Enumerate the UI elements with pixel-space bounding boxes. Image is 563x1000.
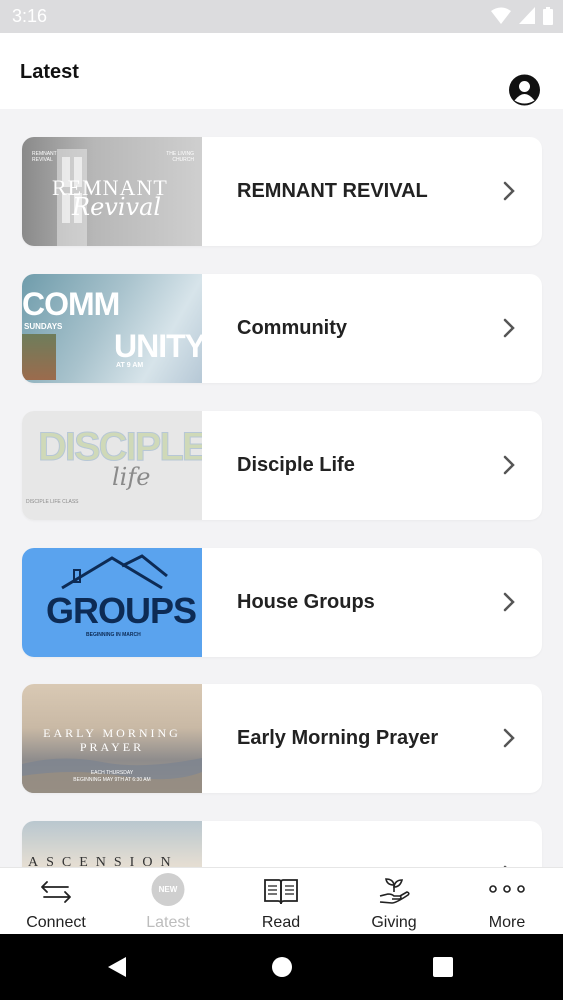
list-item-community[interactable]: COMM SUNDAYS UNITY AT 9 AM Community bbox=[22, 274, 542, 383]
thumb-subtitle: life bbox=[112, 463, 151, 491]
thumb-photo bbox=[22, 334, 56, 380]
tab-label: Latest bbox=[146, 914, 190, 931]
tab-more[interactable]: More bbox=[451, 868, 563, 935]
back-icon[interactable] bbox=[106, 955, 128, 979]
thumb-subtitle: EACH THURSDAY bbox=[90, 770, 134, 776]
thumb-line1: COMM bbox=[22, 286, 120, 322]
thumbnail-early-morning-prayer: EARLY MORNING PRAYER EACH THURSDAY BEGIN… bbox=[22, 684, 202, 793]
thumb-corner-right: THE LIVING CHURCH bbox=[166, 151, 194, 163]
content-list: REMNANT REVIVAL THE LIVING CHURCH REMNAN… bbox=[0, 109, 563, 867]
item-label: Community bbox=[237, 317, 347, 339]
thumb-corner-left: REMNANT REVIVAL bbox=[32, 151, 57, 163]
thumbnail-house-groups: GROUPS BEGINNING IN MARCH bbox=[22, 548, 202, 657]
book-icon bbox=[264, 879, 298, 905]
new-badge-icon: NEW bbox=[151, 873, 185, 906]
more-dots-icon bbox=[489, 885, 525, 893]
tab-label: More bbox=[488, 914, 526, 931]
thumb-subtitle2: BEGINNING MAY 9TH AT 6:30 AM bbox=[73, 777, 151, 783]
thumbnail-ascension: ASCENSION bbox=[22, 821, 202, 867]
thumbnail-disciple-life: DISCIPLE life DISCIPLE LIFE CLASS bbox=[22, 411, 202, 520]
chevron-right-icon bbox=[503, 455, 515, 475]
chevron-right-icon bbox=[503, 592, 515, 612]
profile-icon[interactable] bbox=[508, 74, 541, 107]
status-icons bbox=[491, 7, 553, 25]
item-label: House Groups bbox=[237, 591, 375, 613]
signal-icon bbox=[519, 7, 535, 24]
battery-icon bbox=[543, 7, 553, 25]
tab-label: Connect bbox=[26, 914, 86, 931]
list-item-ascension[interactable]: ASCENSION bbox=[22, 821, 542, 867]
thumb-time: AT 9 AM bbox=[116, 362, 144, 369]
thumb-subtitle: BEGINNING IN MARCH bbox=[86, 632, 141, 638]
thumb-title: GROUPS bbox=[46, 590, 197, 631]
thumb-sundays: SUNDAYS bbox=[24, 322, 63, 331]
chevron-right-icon bbox=[503, 318, 515, 338]
thumb-line2: UNITY bbox=[114, 328, 202, 364]
status-bar: 3:16 bbox=[0, 0, 563, 33]
status-time: 3:16 bbox=[12, 6, 48, 26]
home-icon[interactable] bbox=[271, 956, 293, 978]
tab-giving[interactable]: Giving bbox=[338, 868, 450, 935]
thumb-small-text: DISCIPLE LIFE CLASS bbox=[26, 499, 79, 505]
thumb-subtitle: Revival bbox=[72, 193, 162, 221]
thumbnail-remnant-revival: REMNANT REVIVAL THE LIVING CHURCH REMNAN… bbox=[22, 137, 202, 246]
thumb-title: ASCENSION bbox=[28, 855, 179, 867]
item-label: REMNANT REVIVAL bbox=[237, 180, 428, 202]
recents-icon[interactable] bbox=[433, 957, 453, 977]
tab-label: Giving bbox=[371, 914, 417, 931]
tab-read[interactable]: Read bbox=[225, 868, 337, 935]
thumb-title2: PRAYER bbox=[79, 740, 145, 754]
list-item-disciple-life[interactable]: DISCIPLE life DISCIPLE LIFE CLASS Discip… bbox=[22, 411, 542, 520]
chevron-right-icon bbox=[503, 728, 515, 748]
thumb-title: EARLY MORNING bbox=[43, 726, 181, 740]
tab-label: Read bbox=[261, 914, 301, 931]
list-item-early-morning-prayer[interactable]: EARLY MORNING PRAYER EACH THURSDAY BEGIN… bbox=[22, 684, 542, 793]
list-item-remnant-revival[interactable]: REMNANT REVIVAL THE LIVING CHURCH REMNAN… bbox=[22, 137, 542, 246]
page-title: Latest bbox=[20, 61, 79, 83]
thumbnail-community: COMM SUNDAYS UNITY AT 9 AM bbox=[22, 274, 202, 383]
connect-arrows-icon bbox=[41, 881, 71, 903]
tab-connect[interactable]: Connect bbox=[0, 868, 112, 935]
wifi-icon bbox=[491, 7, 511, 24]
bottom-tab-bar: Connect NEW Latest Read Giving More bbox=[0, 867, 563, 934]
chevron-right-icon bbox=[503, 181, 515, 201]
giving-hand-icon bbox=[379, 878, 410, 904]
item-label: Early Morning Prayer bbox=[237, 727, 439, 749]
list-item-house-groups[interactable]: GROUPS BEGINNING IN MARCH House Groups bbox=[22, 548, 542, 657]
item-label: Disciple Life bbox=[237, 454, 355, 476]
system-nav-bar bbox=[0, 934, 563, 1000]
app-header: Latest bbox=[0, 33, 563, 109]
tab-latest[interactable]: NEW Latest bbox=[112, 868, 224, 935]
